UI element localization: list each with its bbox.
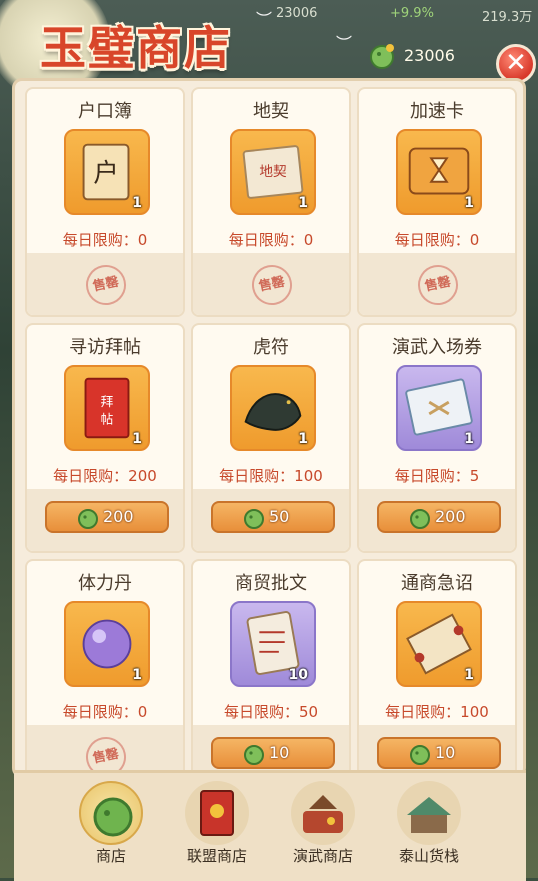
top-rate: +9.9% xyxy=(390,6,434,21)
item-card[interactable]: 通商急诏 1 每日限购：100 10 xyxy=(357,559,517,775)
item-quantity: 1 xyxy=(464,195,474,211)
item-name: 体力丹 xyxy=(78,573,132,594)
nav-label: 商店 xyxy=(95,847,126,865)
item-name: 商贸批文 xyxy=(235,573,307,594)
item-name: 虎符 xyxy=(253,337,289,358)
top-value: 23006 xyxy=(276,6,318,21)
item-name: 演武入场券 xyxy=(392,337,482,358)
item-card[interactable]: 加速卡 1 每日限购：0 售罄 xyxy=(357,87,517,317)
nav-label: 泰山货栈 xyxy=(398,847,459,865)
item-quantity: 1 xyxy=(464,667,474,683)
currency-display: 23006 xyxy=(368,42,488,70)
daily-limit: 每日限购：0 xyxy=(228,231,314,249)
top-status-bar: 23006 +9.9% 219.3万 xyxy=(190,0,538,30)
daily-limit: 每日限购：100 xyxy=(385,703,489,721)
jade-coin-icon xyxy=(410,509,430,529)
item-name: 通商急诏 xyxy=(401,573,473,594)
price-label: 200 xyxy=(435,507,466,526)
shop-title: 玉璧商店 xyxy=(40,21,232,75)
buy-button[interactable]: 200 xyxy=(45,501,169,533)
jade-shop-icon xyxy=(93,797,133,837)
daily-limit: 每日限购：0 xyxy=(394,231,480,249)
nav-tab-1[interactable]: 商店 xyxy=(66,781,156,877)
bird-icon: ︶ xyxy=(256,10,273,29)
item-icon-slot[interactable]: 1 xyxy=(64,601,150,687)
jade-coin-icon xyxy=(78,509,98,529)
daily-limit: 每日限购：5 xyxy=(394,467,480,485)
nav-tab-4[interactable]: 泰山货栈 xyxy=(384,781,474,877)
daily-limit: 每日限购：50 xyxy=(223,703,319,721)
price-label: 50 xyxy=(269,507,290,526)
item-icon-slot[interactable]: 拜帖 1 xyxy=(64,365,150,451)
item-quantity: 1 xyxy=(464,431,474,447)
nav-icon-frame xyxy=(79,781,143,845)
item-quantity: 10 xyxy=(288,667,308,683)
alliance-banner-icon xyxy=(200,790,234,836)
svg-text:地契: 地契 xyxy=(259,164,287,180)
jade-coin-icon xyxy=(244,509,264,529)
item-card[interactable]: 寻访拜帖拜帖 1 每日限购：200 200 xyxy=(25,323,185,553)
item-icon-slot[interactable]: 地契 1 xyxy=(230,129,316,215)
item-card[interactable]: 虎符 1 每日限购：100 50 xyxy=(191,323,351,553)
daily-limit: 每日限购：0 xyxy=(62,231,148,249)
item-card[interactable]: 户口簿户 1 每日限购：0 售罄 xyxy=(25,87,185,317)
nav-label: 联盟商店 xyxy=(186,847,247,865)
shop-nav-bar: 商店 联盟商店 演武商店 泰山货栈 xyxy=(14,770,526,881)
item-card[interactable]: 演武入场券 1 每日限购：5 200 xyxy=(357,323,517,553)
item-name: 加速卡 xyxy=(410,101,464,122)
item-name: 寻访拜帖 xyxy=(69,337,141,358)
item-icon-slot[interactable]: 1 xyxy=(396,601,482,687)
nav-tab-2[interactable]: 联盟商店 xyxy=(172,781,262,877)
shop-panel: 户口簿户 1 每日限购：0 售罄 地契 地契 1 每日限购：0 售罄 加速卡 1 每日限购：0 售罄 寻访… xyxy=(12,78,526,778)
svg-text:户: 户 xyxy=(93,158,118,188)
nav-label: 演武商店 xyxy=(292,847,353,865)
jade-coin-icon xyxy=(410,745,430,765)
buy-button[interactable]: 200 xyxy=(377,501,501,533)
item-icon-slot[interactable]: 10 xyxy=(230,601,316,687)
item-icon-slot[interactable]: 1 xyxy=(230,365,316,451)
daily-limit: 每日限购：200 xyxy=(53,467,157,485)
top-power: 219.3万 xyxy=(482,10,533,25)
jade-coin-icon xyxy=(244,745,264,765)
svg-text:拜: 拜 xyxy=(101,394,114,409)
nav-tab-3[interactable]: 演武商店 xyxy=(278,781,368,877)
mountain-stall-icon xyxy=(407,797,451,833)
item-name: 户口簿 xyxy=(78,101,132,122)
buy-button[interactable]: 50 xyxy=(211,501,335,533)
item-quantity: 1 xyxy=(132,667,142,683)
item-quantity: 1 xyxy=(298,431,308,447)
buy-button[interactable]: 10 xyxy=(377,737,501,769)
price-label: 10 xyxy=(269,743,290,762)
arena-shop-icon xyxy=(303,795,343,833)
item-quantity: 1 xyxy=(298,195,308,211)
item-card[interactable]: 地契 地契 1 每日限购：0 售罄 xyxy=(191,87,351,317)
item-icon-slot[interactable]: 1 xyxy=(396,129,482,215)
nav-icon-frame xyxy=(397,781,461,845)
item-quantity: 1 xyxy=(132,195,142,211)
item-card[interactable]: 体力丹 1 每日限购：0 售罄 xyxy=(25,559,185,775)
buy-button[interactable]: 10 xyxy=(211,737,335,769)
item-icon-slot[interactable]: 户1 xyxy=(64,129,150,215)
item-name: 地契 xyxy=(253,101,289,122)
price-label: 10 xyxy=(435,743,456,762)
price-label: 200 xyxy=(103,507,134,526)
currency-amount: 23006 xyxy=(404,46,455,65)
bird-icon: ︶ xyxy=(336,34,353,53)
nav-icon-frame xyxy=(291,781,355,845)
item-quantity: 1 xyxy=(132,431,142,447)
item-card[interactable]: 商贸批文 10 每日限购：50 10 xyxy=(191,559,351,775)
daily-limit: 每日限购：0 xyxy=(62,703,148,721)
jade-coin-icon xyxy=(370,44,394,69)
item-icon-slot[interactable]: 1 xyxy=(396,365,482,451)
svg-text:帖: 帖 xyxy=(101,412,114,427)
nav-icon-frame xyxy=(185,781,249,845)
daily-limit: 每日限购：100 xyxy=(219,467,323,485)
